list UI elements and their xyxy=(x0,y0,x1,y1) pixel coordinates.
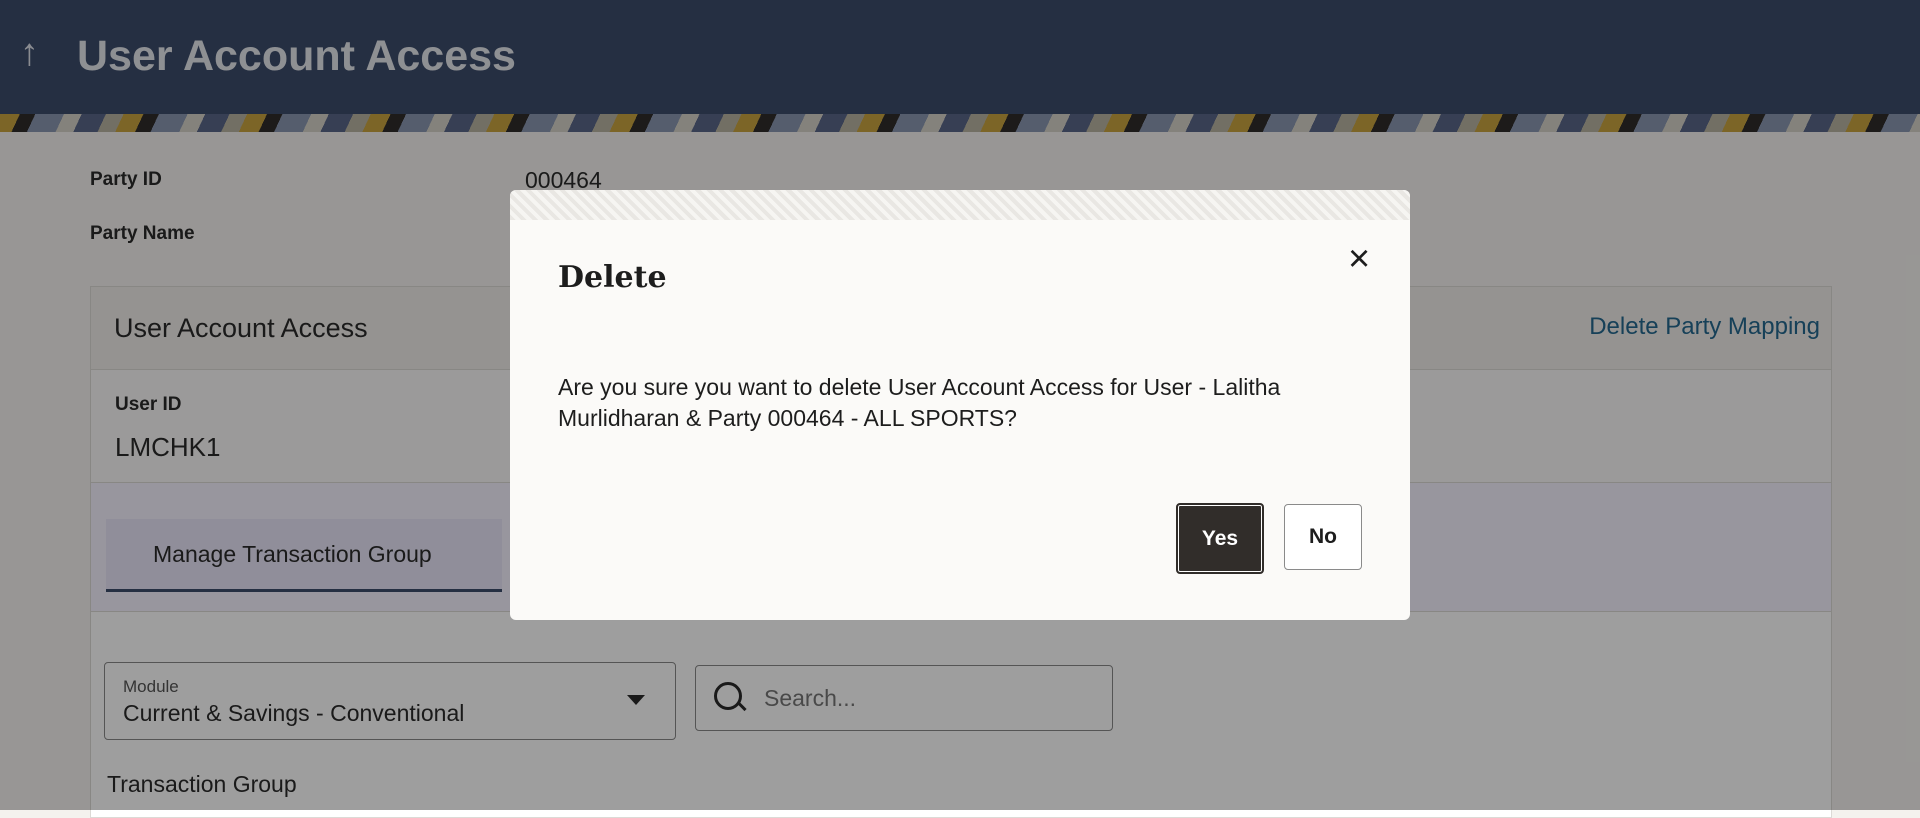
yes-button[interactable]: Yes xyxy=(1176,503,1264,574)
close-icon[interactable]: × xyxy=(1348,240,1370,278)
delete-dialog: × Delete Are you sure you want to delete… xyxy=(510,190,1410,620)
dialog-message: Are you sure you want to delete User Acc… xyxy=(558,374,1281,431)
no-button[interactable]: No xyxy=(1284,504,1362,570)
dialog-decorative-strip xyxy=(510,190,1410,220)
dialog-title: Delete xyxy=(558,260,667,295)
